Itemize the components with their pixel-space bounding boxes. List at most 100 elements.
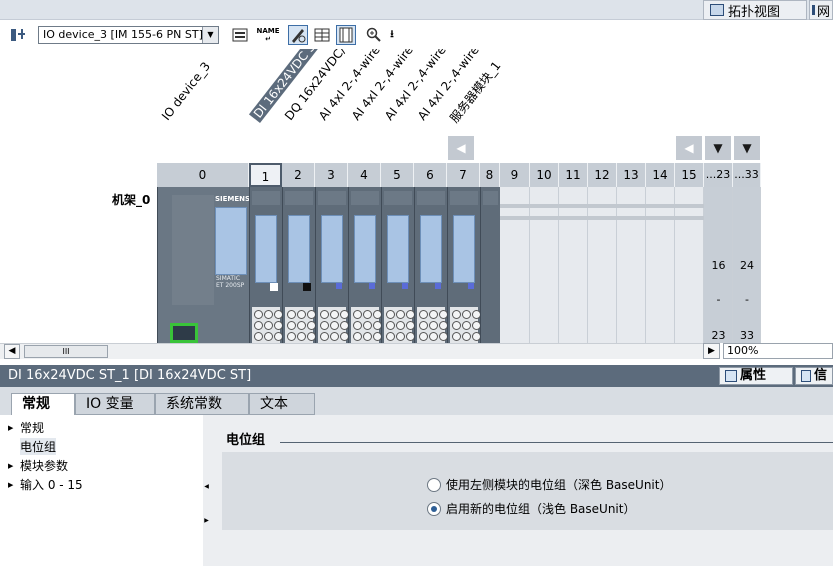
module-slot-5[interactable] [381,187,415,343]
slot-header-3[interactable]: 3 [315,163,348,187]
network-view-button[interactable]: 网 [809,0,833,20]
slot-header-6[interactable]: 6 [414,163,447,187]
expand-tab-33[interactable]: ▼ [734,136,760,160]
terminal-block [318,307,349,343]
slot-header-5[interactable]: 5 [381,163,414,187]
empty-slot-15[interactable] [675,187,704,343]
show-names-icon[interactable]: NAME ↵ [256,25,279,45]
range-column-23[interactable]: 16 - 23 [704,187,733,343]
zoom-field[interactable]: 100% [723,343,833,359]
nav-item-general[interactable]: ▶ 常规 [8,419,44,436]
empty-slot-12[interactable] [588,187,617,343]
module-blue-panel [288,215,310,283]
empty-slot-10[interactable] [530,187,559,343]
expand-right-icon[interactable]: ▶ [203,517,210,527]
empty-slot-13[interactable] [617,187,646,343]
slot-header-0[interactable]: 0 [157,163,249,187]
chevron-down-icon[interactable]: ▼ [202,27,218,43]
module-slot-3[interactable] [315,187,349,343]
expand-arrow-icon[interactable]: ▶ [8,424,16,432]
empty-slot-14[interactable] [646,187,675,343]
terminal-dot-icon [353,321,362,330]
tab-texts[interactable]: 文本 [249,393,315,415]
terminal-dot-icon [386,310,395,319]
slot-header-11[interactable]: 11 [559,163,588,187]
module-slot-7[interactable] [447,187,481,343]
device-select[interactable]: IO device_3 [IM 155-6 PN ST] ▼ [38,26,219,44]
info-tab[interactable]: 信 [795,367,833,385]
module-slot-6[interactable] [414,187,448,343]
terminal-dot-icon [462,310,471,319]
properties-icon [725,370,737,382]
show-labels-icon[interactable] [288,25,308,45]
slot-header-2[interactable]: 2 [282,163,315,187]
slot-header-1[interactable]: 1 [249,163,282,187]
rack-label: 机架_0 [112,193,151,207]
scroll-left-tab-2[interactable]: ◀ [676,136,702,160]
slot-header-13[interactable]: 13 [617,163,646,187]
collapse-left-icon[interactable]: ◀ [203,483,210,493]
slot-header-12[interactable]: 12 [588,163,617,187]
terminal-dot-icon [419,321,428,330]
slot-header-33[interactable]: ...33 [733,163,761,187]
nav-splitter[interactable]: ◀ ▶ [203,415,210,566]
scroll-thumb[interactable]: III [24,345,108,358]
scroll-left-icon[interactable]: ◀ [4,344,20,359]
interface-module[interactable]: SIEMENS SIMATIC ET 200SP [157,187,250,343]
nav-item-potential-group[interactable]: 电位组 [8,438,57,455]
option-new-group[interactable]: 启用新的电位组（浅色 BaseUnit） [427,500,635,517]
properties-tab[interactable]: 属性 [719,367,793,385]
module-slot-4[interactable] [348,187,382,343]
network-device-icon[interactable] [8,25,28,45]
blue-led-icon [336,283,342,289]
radio-button-selected[interactable] [427,501,441,516]
im-model-text: SIMATIC ET 200SP [216,275,245,289]
tab-system-constants[interactable]: 系统常数 [155,393,249,415]
module-slot-1[interactable] [249,187,283,343]
option-label: 使用左侧模块的电位组（深色 BaseUnit） [446,478,672,492]
horizontal-scrollbar[interactable]: ◀ III [0,343,720,359]
scroll-left-tab[interactable]: ◀ [448,136,474,160]
topology-view-button[interactable]: 拓扑视图 [703,0,807,20]
module-head [351,191,379,205]
download-arrow-icon[interactable]: ⭳ [382,25,402,45]
radio-button[interactable] [427,477,441,492]
slot-header-14[interactable]: 14 [646,163,675,187]
module-head [450,191,478,205]
empty-slot-11[interactable] [559,187,588,343]
inspector-title: DI 16x24VDC ST_1 [DI 16x24VDC ST] 属性 信 [0,365,833,387]
range-column-33[interactable]: 24 - 33 [733,187,761,343]
module-slot-2[interactable] [282,187,316,343]
expand-arrow-icon[interactable]: ▶ [8,481,16,489]
tab-io-tags[interactable]: IO 变量 [75,393,155,415]
nav-item-module-params[interactable]: ▶ 模块参数 [8,457,68,474]
slot-header-7[interactable]: 7 [447,163,480,187]
server-module[interactable] [480,187,500,343]
expand-arrow-icon[interactable]: ▶ [8,462,16,470]
terminal-dot-icon [452,332,461,341]
ethernet-port-icon[interactable] [170,323,198,343]
empty-slot-9[interactable] [500,187,530,343]
slot-header-10[interactable]: 10 [530,163,559,187]
zoom-icon[interactable] [364,25,384,45]
slot-header-9[interactable]: 9 [500,163,530,187]
tab-general[interactable]: 常规 [11,393,75,416]
slot-header-15[interactable]: 15 [675,163,704,187]
inspector-tabs: 常规 IO 变量 系统常数 文本 [0,387,833,416]
module-label-im[interactable]: IO device_3 [159,59,213,123]
terminal-dot-icon [287,310,296,319]
nav-item-inputs[interactable]: ▶ 输入 0 - 15 [8,476,83,493]
slot-header-8[interactable]: 8 [480,163,500,187]
slot-header-4[interactable]: 4 [348,163,381,187]
option-use-left-group[interactable]: 使用左侧模块的电位组（深色 BaseUnit） [427,476,671,493]
inspector-nav-tree: ▶ 常规 电位组 ▶ 模块参数 ▶ 输入 0 - 15 [0,415,210,566]
slot-header-23[interactable]: ...23 [704,163,733,187]
terminal-dot-icon [264,321,273,330]
page-view-icon[interactable] [336,25,356,45]
module-head [384,191,412,205]
din-rail [500,216,704,220]
table-view-icon[interactable] [312,25,332,45]
properties-view-icon[interactable] [230,25,250,45]
expand-tab-23[interactable]: ▼ [705,136,731,160]
scroll-right-icon[interactable]: ▶ [703,343,720,359]
